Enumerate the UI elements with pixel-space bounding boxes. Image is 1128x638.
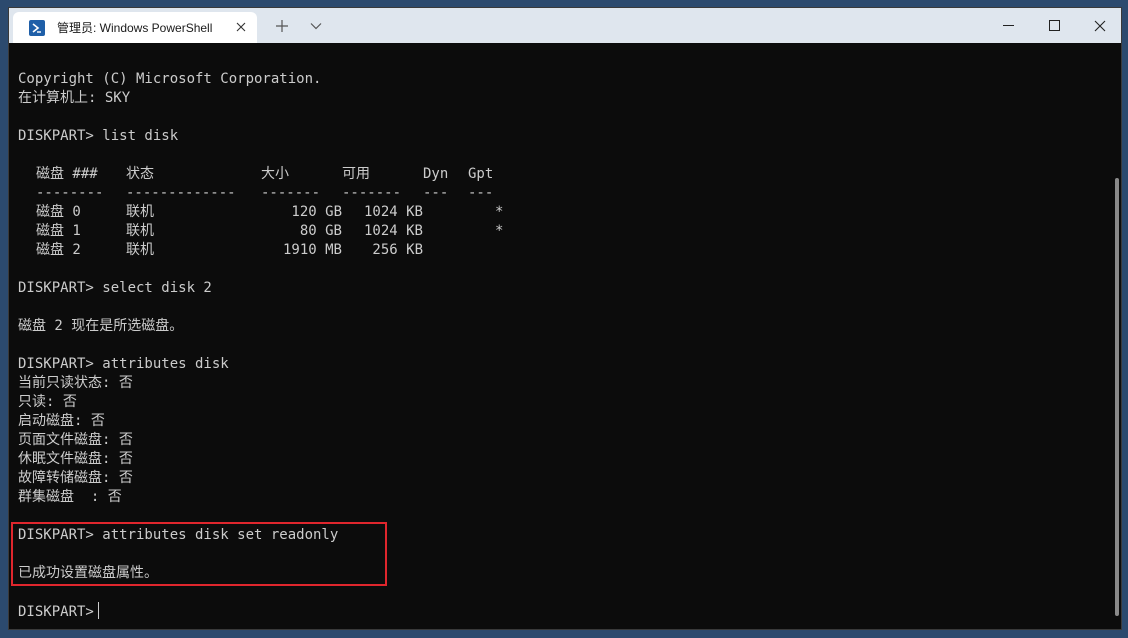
close-button[interactable] — [1077, 8, 1121, 43]
output-line: 磁盘 2 现在是所选磁盘。 — [18, 318, 184, 334]
row-size: 120 GB — [291, 204, 342, 220]
header-size: 大小 — [261, 166, 289, 182]
row-free: 256 KB — [372, 242, 423, 258]
separator: ------------- — [126, 185, 236, 201]
output-line: Copyright (C) Microsoft Corporation. — [18, 71, 322, 87]
output-line: 故障转储磁盘: 否 — [18, 470, 133, 486]
prompt: DISKPART> — [18, 604, 94, 620]
terminal-window: 管理员: Windows PowerShell Copyright (C) Mi… — [8, 7, 1122, 630]
separator: ------- — [342, 185, 402, 201]
chevron-down-icon[interactable] — [305, 16, 327, 36]
text-cursor — [97, 602, 99, 619]
header-disk: 磁盘 ### — [36, 166, 98, 182]
title-bar: 管理员: Windows PowerShell — [9, 8, 1121, 43]
output-line: DISKPART> list disk — [18, 128, 179, 144]
header-status: 状态 — [126, 166, 154, 182]
output-line: DISKPART> attributes disk set readonly — [18, 527, 339, 543]
disk-table: 磁盘 ### 状态 大小 可用 Dyn Gpt -------- -------… — [18, 165, 1109, 260]
output-line: 只读: 否 — [18, 394, 77, 410]
row-disk: 磁盘 1 — [36, 223, 81, 239]
output-line: DISKPART> select disk 2 — [18, 280, 212, 296]
separator: --- — [468, 185, 494, 201]
separator: -------- — [36, 185, 104, 201]
row-disk: 磁盘 0 — [36, 204, 81, 220]
output-line: 在计算机上: SKY — [18, 90, 131, 106]
row-size: 80 GB — [299, 223, 342, 239]
row-free: 1024 KB — [363, 204, 423, 220]
scrollbar[interactable] — [1115, 178, 1119, 616]
header-gpt: Gpt — [468, 166, 494, 182]
output-line: 已成功设置磁盘属性。 — [18, 565, 158, 581]
separator: ------- — [261, 185, 321, 201]
separator: --- — [423, 185, 449, 201]
row-free: 1024 KB — [363, 223, 423, 239]
output-line: 启动磁盘: 否 — [18, 413, 105, 429]
header-dyn: Dyn — [423, 166, 449, 182]
output-line: 当前只读状态: 否 — [18, 375, 133, 391]
powershell-icon — [29, 19, 45, 36]
terminal-output[interactable]: Copyright (C) Microsoft Corporation. 在计算… — [9, 43, 1109, 629]
row-gpt: * — [495, 223, 504, 239]
output-line: 休眠文件磁盘: 否 — [18, 451, 133, 467]
header-free: 可用 — [342, 166, 370, 182]
row-gpt: * — [495, 204, 504, 220]
tab-title: 管理员: Windows PowerShell — [57, 21, 213, 35]
tab-close-icon[interactable] — [233, 19, 249, 35]
maximize-button[interactable] — [1031, 8, 1077, 43]
output-line: DISKPART> attributes disk — [18, 356, 229, 372]
row-status: 联机 — [126, 204, 154, 220]
new-tab-button[interactable] — [271, 16, 293, 36]
row-disk: 磁盘 2 — [36, 242, 81, 258]
output-line: 群集磁盘 : 否 — [18, 489, 122, 505]
prompt-line[interactable]: DISKPART> — [18, 602, 1109, 621]
row-status: 联机 — [126, 223, 154, 239]
row-status: 联机 — [126, 242, 154, 258]
minimize-button[interactable] — [985, 8, 1031, 43]
output-line: 页面文件磁盘: 否 — [18, 432, 133, 448]
row-size: 1910 MB — [282, 242, 342, 258]
tab-powershell[interactable]: 管理员: Windows PowerShell — [13, 12, 257, 43]
